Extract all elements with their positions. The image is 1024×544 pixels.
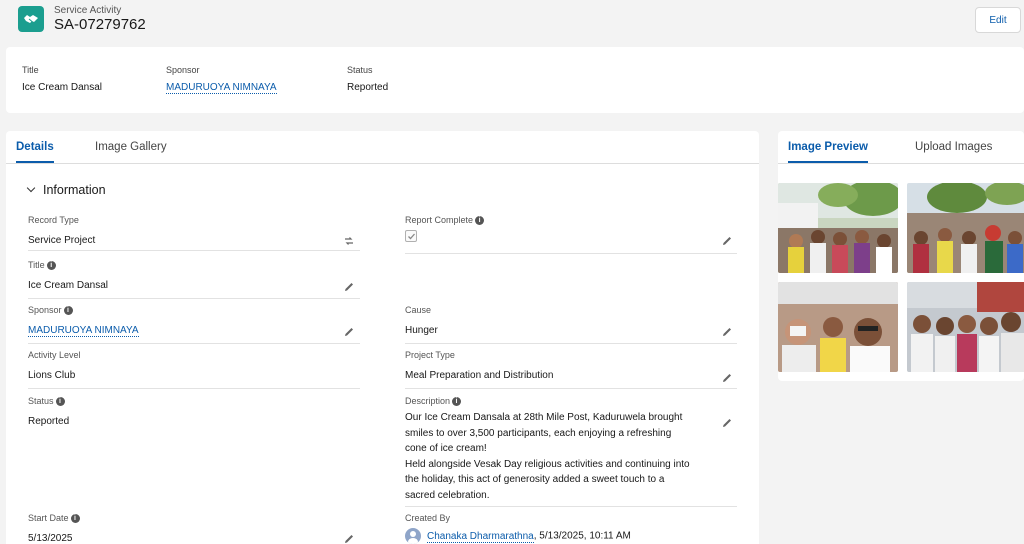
field-project-type: Project Type Meal Preparation and Distri… — [405, 350, 553, 384]
record-header: Service Activity SA-07279762 Edit — [0, 0, 1024, 44]
title-value: Ice Cream Dansal — [28, 280, 109, 291]
handshake-icon — [18, 6, 44, 32]
highlight-title-label: Title — [22, 65, 39, 75]
event-photo[interactable] — [907, 183, 1024, 273]
divider — [405, 343, 737, 344]
description-value: Our Ice Cream Dansala at 28th Mile Post,… — [405, 410, 720, 503]
status-value: Reported — [28, 416, 70, 427]
info-icon[interactable]: i — [475, 215, 485, 225]
description-line: cone of ice cream! — [405, 443, 487, 454]
divider — [405, 253, 737, 254]
edit-description-icon[interactable] — [721, 417, 733, 429]
report-complete-label: Report Complete — [405, 215, 474, 225]
event-photo[interactable] — [907, 282, 1024, 372]
highlight-sponsor: Sponsor MADURUOYA NIMNAYA — [166, 65, 277, 94]
highlight-status: Status Reported — [347, 65, 388, 93]
highlights-panel: Title Ice Cream Dansal Sponsor MADURUOYA… — [6, 47, 1024, 113]
report-complete-checkbox — [405, 230, 417, 242]
sponsor-link[interactable]: MADURUOYA NIMNAYA — [28, 325, 139, 337]
divider — [28, 298, 360, 299]
field-report-complete: Report Complete i — [405, 215, 485, 242]
highlight-status-value: Reported — [347, 82, 389, 93]
edit-sponsor-icon[interactable] — [343, 326, 355, 338]
activity-level-label: Activity Level — [28, 350, 81, 360]
details-card: Details Image Gallery Information Record… — [6, 131, 759, 544]
project-type-value: Meal Preparation and Distribution — [405, 370, 554, 381]
start-date-label: Start Date — [28, 513, 69, 523]
edit-button[interactable]: Edit — [975, 7, 1021, 33]
field-sponsor: Sponsor i MADURUOYA NIMNAYA — [28, 305, 139, 339]
created-by-timestamp: , 5/13/2025, 10:11 AM — [533, 530, 631, 542]
tab-image-preview[interactable]: Image Preview — [788, 141, 868, 163]
field-status: Status i Reported — [28, 396, 69, 430]
tab-details[interactable]: Details — [16, 141, 54, 163]
description-label: Description — [405, 396, 451, 406]
highlight-sponsor-link[interactable]: MADURUOYA NIMNAYA — [166, 82, 277, 94]
highlight-status-label: Status — [347, 65, 373, 75]
section-title: Information — [43, 183, 106, 197]
edit-start-date-icon[interactable] — [343, 533, 355, 544]
info-icon[interactable]: i — [70, 513, 80, 523]
change-record-type-icon[interactable] — [343, 235, 355, 247]
edit-cause-icon[interactable] — [721, 326, 733, 338]
edit-project-type-icon[interactable] — [721, 372, 733, 384]
activity-level-value: Lions Club — [28, 370, 76, 381]
description-line: the holiday, this act of generosity adde… — [405, 474, 665, 485]
edit-title-icon[interactable] — [343, 281, 355, 293]
object-label: Service Activity — [54, 5, 122, 16]
record-type-value: Service Project — [28, 235, 96, 246]
section-information-toggle[interactable]: Information — [26, 183, 106, 197]
image-tabs: Image Preview Upload Images — [778, 131, 1024, 164]
tab-upload-images[interactable]: Upload Images — [915, 141, 992, 161]
start-date-value: 5/13/2025 — [28, 533, 73, 544]
edit-report-complete-icon[interactable] — [721, 235, 733, 247]
created-by-label: Created By — [405, 513, 451, 523]
checkmark-icon — [407, 233, 415, 239]
divider — [405, 506, 737, 507]
field-cause: Cause Hunger — [405, 305, 438, 339]
description-line: smiles to over 3,500 participants, each … — [405, 427, 672, 439]
status-label: Status — [28, 396, 54, 406]
title-label: Title — [28, 260, 45, 270]
record-name: SA-07279762 — [54, 16, 146, 33]
image-card: Image Preview Upload Images — [778, 131, 1024, 381]
divider — [405, 388, 737, 389]
created-by-user-link[interactable]: Chanaka Dharmarathna — [427, 530, 534, 543]
info-icon[interactable]: i — [46, 260, 56, 270]
description-line: Held alongside Vesak Day religious activ… — [405, 458, 690, 470]
field-title: Title i Ice Cream Dansal — [28, 260, 108, 294]
field-start-date: Start Date i 5/13/2025 — [28, 513, 80, 544]
description-line: Our Ice Cream Dansala at 28th Mile Post,… — [405, 412, 683, 423]
field-description: Description i Our Ice Cream Dansala at 28… — [405, 396, 720, 503]
info-icon[interactable]: i — [63, 305, 73, 315]
project-type-label: Project Type — [405, 350, 455, 360]
cause-value: Hunger — [405, 325, 438, 336]
divider — [28, 343, 360, 344]
chevron-down-icon — [26, 183, 36, 193]
divider — [28, 250, 360, 251]
info-icon[interactable]: i — [55, 396, 65, 406]
highlight-title-value: Ice Cream Dansal — [22, 82, 103, 93]
info-icon[interactable]: i — [452, 396, 462, 406]
highlight-title: Title Ice Cream Dansal — [22, 65, 102, 93]
details-tabs: Details Image Gallery — [6, 131, 759, 164]
highlight-sponsor-label: Sponsor — [166, 65, 200, 75]
divider — [28, 388, 360, 389]
cause-label: Cause — [405, 305, 432, 315]
sponsor-label: Sponsor — [28, 305, 62, 315]
field-record-type: Record Type Service Project — [28, 215, 95, 249]
record-type-label: Record Type — [28, 215, 79, 225]
event-photo[interactable] — [778, 183, 898, 273]
description-line: sacred celebration. — [405, 489, 490, 501]
field-created-by: Created By Chanaka Dharmarathna, 5/13/20… — [405, 513, 631, 544]
field-activity-level: Activity Level Lions Club — [28, 350, 81, 384]
user-avatar-icon — [405, 528, 421, 544]
event-photo[interactable] — [778, 282, 898, 372]
tab-image-gallery[interactable]: Image Gallery — [95, 141, 167, 161]
